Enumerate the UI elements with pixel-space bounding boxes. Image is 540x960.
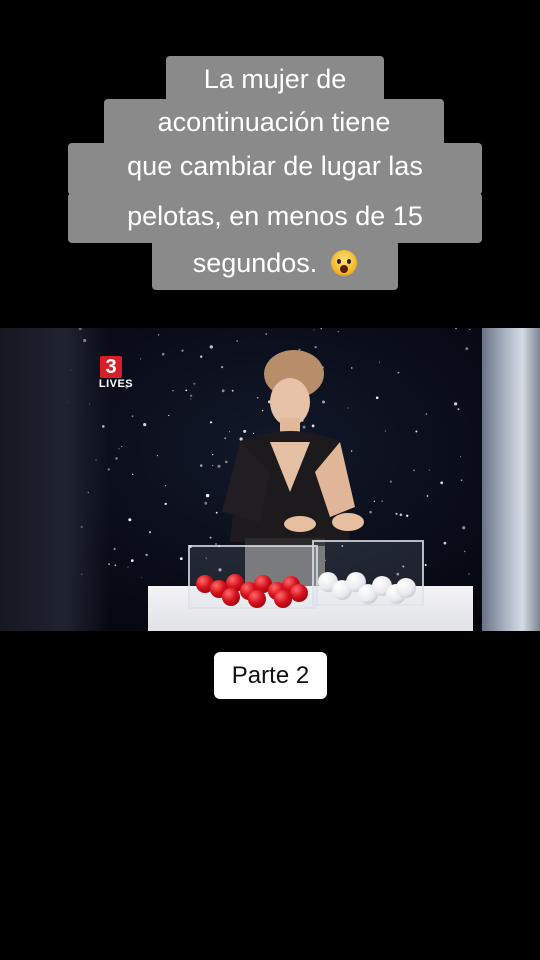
star [440, 481, 444, 485]
star [118, 448, 120, 450]
star [443, 541, 447, 545]
star [128, 518, 132, 522]
star [161, 352, 165, 356]
star [113, 547, 116, 551]
star [397, 371, 400, 374]
part-label-badge: Parte 2 [214, 652, 327, 699]
star [190, 398, 192, 400]
star [381, 500, 383, 502]
star [185, 389, 188, 392]
star [115, 457, 118, 460]
star [189, 394, 193, 397]
white-ball [396, 578, 416, 598]
star [465, 347, 469, 351]
caption-line-3: que cambiar de lugar las [68, 143, 482, 195]
star [179, 557, 183, 560]
star [457, 408, 460, 411]
star [337, 331, 339, 333]
star [140, 577, 142, 579]
caption-line-5: segundos. [152, 240, 398, 290]
red-ball [290, 584, 308, 602]
star [413, 469, 415, 472]
star [131, 559, 134, 562]
star [127, 566, 129, 568]
star [463, 550, 466, 553]
channel-logo-text: LIVES [98, 378, 134, 390]
caption-line-5-text: segundos. [192, 248, 318, 278]
star [460, 456, 462, 458]
channel-logo: 3 LIVES [92, 356, 140, 394]
star [378, 361, 381, 363]
star [114, 564, 117, 566]
star [373, 500, 376, 502]
star [168, 414, 170, 417]
star [164, 502, 167, 506]
star [131, 415, 134, 418]
star [121, 445, 123, 448]
channel-logo-number: 3 [100, 356, 122, 378]
star [320, 328, 322, 330]
studio-wall-right [482, 328, 540, 631]
star [424, 564, 427, 566]
star [156, 455, 158, 457]
star [395, 512, 398, 515]
caption-line-4: pelotas, en menos de 15 [68, 193, 482, 243]
star [145, 553, 148, 557]
star [265, 333, 268, 335]
red-ball [248, 590, 266, 608]
star [375, 396, 379, 400]
star [384, 430, 386, 432]
star [313, 329, 315, 331]
star [454, 402, 458, 406]
star [426, 495, 429, 497]
star [469, 328, 471, 330]
star [455, 328, 457, 330]
star [148, 531, 152, 534]
star [140, 358, 142, 360]
star [132, 473, 134, 476]
face-screaming-in-fear-icon [331, 250, 358, 276]
red-ball [274, 590, 292, 608]
star [158, 334, 160, 336]
star [181, 349, 184, 352]
star [172, 389, 174, 392]
star [406, 514, 409, 517]
star [460, 479, 463, 482]
star [468, 573, 470, 575]
red-ball [222, 588, 240, 606]
star [399, 513, 403, 517]
star [389, 480, 392, 483]
video-frame[interactable]: 3 LIVES [0, 328, 540, 631]
star [165, 485, 167, 487]
star [462, 526, 466, 530]
star [415, 430, 418, 433]
star [428, 469, 430, 471]
star [425, 413, 428, 415]
star [143, 423, 147, 427]
star [193, 382, 196, 385]
